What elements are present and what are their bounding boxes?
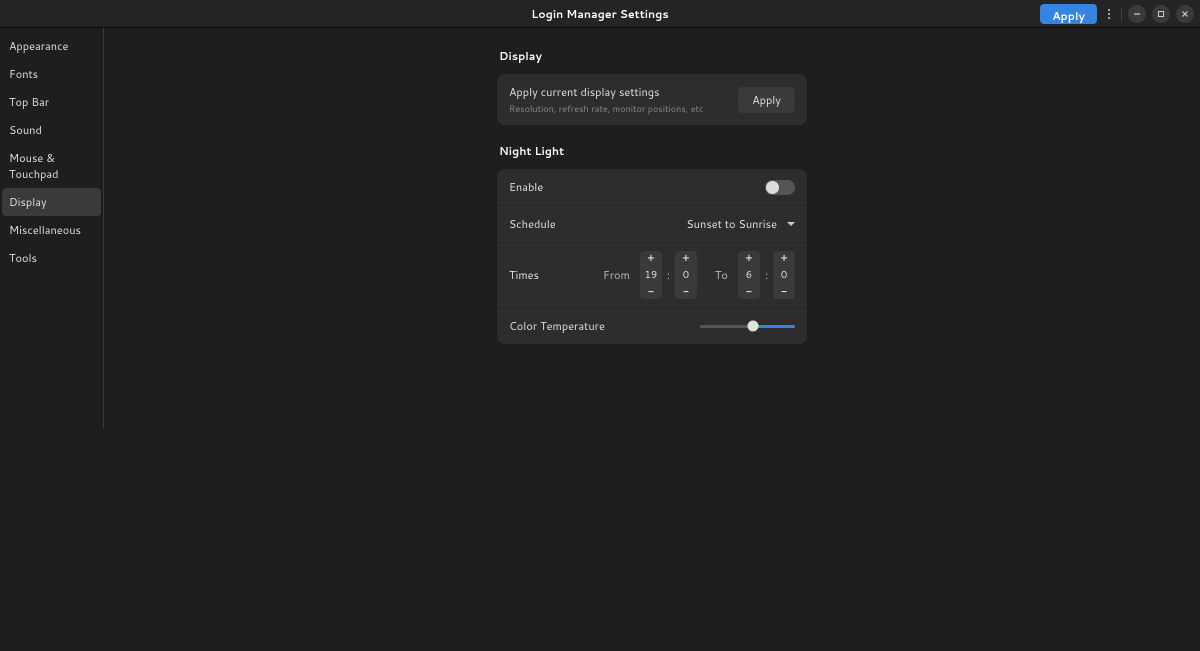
sidebar-item-misc[interactable]: Miscellaneous [2,216,101,244]
to-hour-stepper[interactable]: + 6 − [738,251,760,299]
color-temp-label: Color Temperature [509,318,605,334]
menu-icon[interactable] [1103,9,1115,19]
maximize-icon[interactable] [1152,5,1170,23]
sidebar-item-fonts[interactable]: Fonts [2,60,101,88]
sidebar: Appearance Fonts Top Bar Sound Mouse & T… [0,28,104,428]
sidebar-item-display[interactable]: Display [2,188,101,216]
from-label: From [603,267,630,283]
from-min-stepper[interactable]: + 0 − [675,251,697,299]
window-title: Login Manager Settings [531,6,668,22]
chevron-down-icon [787,222,795,226]
apply-display-sublabel: Resolution, refresh rate, monitor positi… [509,102,738,115]
sidebar-item-appearance[interactable]: Appearance [2,32,101,60]
divider [1121,7,1122,21]
minus-icon[interactable]: − [675,285,697,299]
plus-icon[interactable]: + [773,251,795,265]
sidebar-item-mouse[interactable]: Mouse & Touchpad [2,144,101,188]
from-hour-value: 19 [645,265,658,285]
colon: : [666,267,671,283]
minus-icon[interactable]: − [773,285,795,299]
schedule-label: Schedule [509,216,556,232]
minimize-icon[interactable] [1128,5,1146,23]
apply-display-label: Apply current display settings [509,84,738,100]
to-hour-value: 6 [746,265,752,285]
sidebar-item-sound[interactable]: Sound [2,116,101,144]
sidebar-item-topbar[interactable]: Top Bar [2,88,101,116]
section-title-nightlight: Night Light [499,143,807,159]
from-hour-stepper[interactable]: + 19 − [640,251,662,299]
apply-display-button[interactable]: Apply [738,87,795,113]
plus-icon[interactable]: + [675,251,697,265]
minus-icon[interactable]: − [738,285,760,299]
enable-label: Enable [509,179,543,195]
times-label: Times [509,267,539,283]
plus-icon[interactable]: + [738,251,760,265]
to-min-value: 0 [781,265,787,285]
minus-icon[interactable]: − [640,285,662,299]
schedule-value: Sunset to Sunrise [686,216,777,232]
from-min-value: 0 [683,265,689,285]
plus-icon[interactable]: + [640,251,662,265]
sidebar-item-tools[interactable]: Tools [2,244,101,272]
schedule-dropdown[interactable]: Sunset to Sunrise [686,216,795,232]
section-title-display: Display [499,48,807,64]
to-label: To [715,267,728,283]
color-temp-slider[interactable] [700,325,795,328]
display-panel: Apply current display settings Resolutio… [497,74,807,125]
enable-switch[interactable] [765,180,795,195]
to-min-stepper[interactable]: + 0 − [773,251,795,299]
apply-button[interactable]: Apply [1040,4,1097,24]
colon: : [764,267,769,283]
nightlight-panel: Enable Schedule Sunset to Sunrise Time [497,169,807,344]
close-icon[interactable] [1176,5,1194,23]
